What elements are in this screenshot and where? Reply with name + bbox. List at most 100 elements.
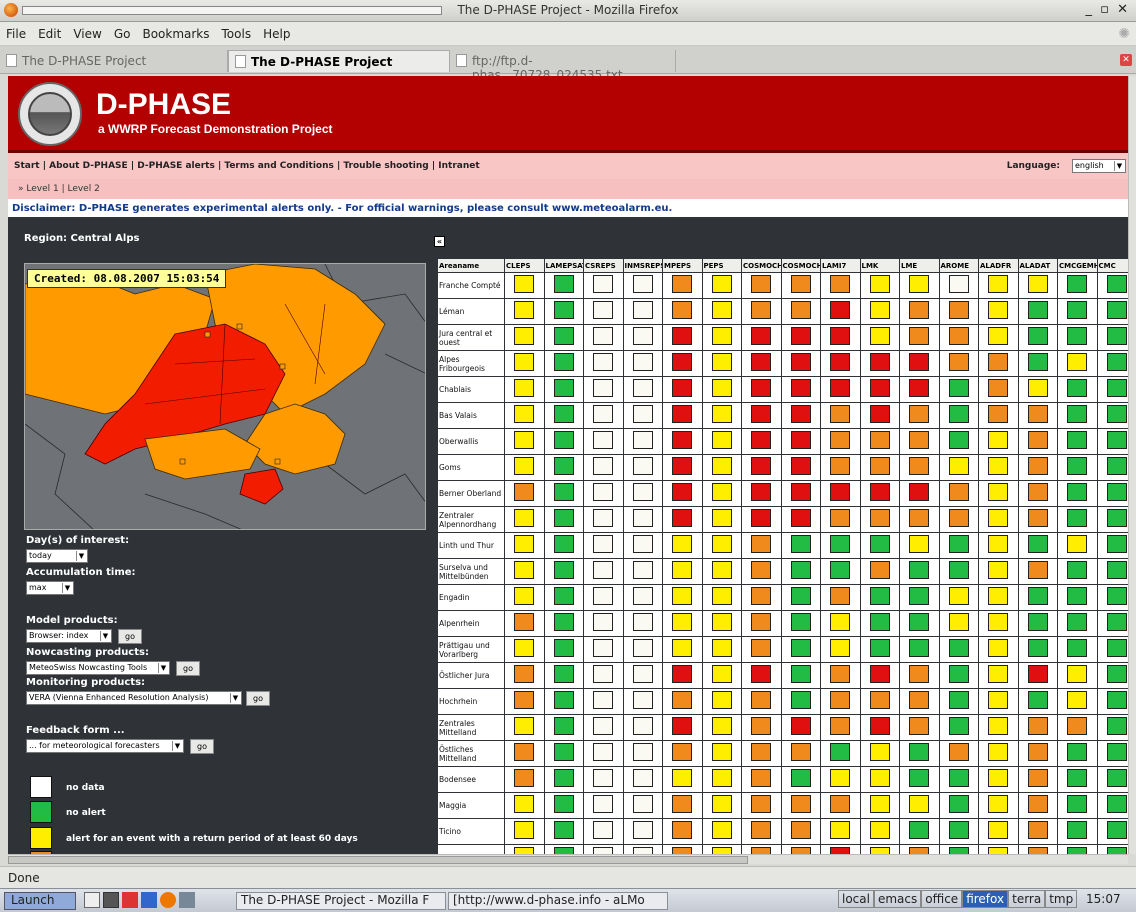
alert-cell[interactable] <box>742 533 781 558</box>
alert-cell[interactable] <box>860 637 899 662</box>
area-name[interactable]: Engadin <box>438 585 504 610</box>
area-name[interactable]: Léman <box>438 299 504 324</box>
model-header-cmc[interactable]: CMC <box>1097 259 1128 272</box>
alert-cell[interactable] <box>1097 507 1128 532</box>
alert-cell[interactable] <box>979 637 1018 662</box>
alert-cell[interactable] <box>860 559 899 584</box>
alert-cell[interactable] <box>742 767 781 792</box>
alert-cell[interactable] <box>1058 741 1097 766</box>
alert-cell[interactable] <box>781 611 820 636</box>
alert-cell[interactable] <box>979 325 1018 350</box>
alert-cell[interactable] <box>544 455 583 480</box>
model-header-lme[interactable]: LME <box>900 259 939 272</box>
alert-cell[interactable] <box>742 455 781 480</box>
workspace-switcher[interactable]: local emacs office firefox terra tmp <box>838 890 1082 910</box>
alert-cell[interactable] <box>584 793 623 818</box>
model-header-arome[interactable]: AROME <box>939 259 978 272</box>
alert-cell[interactable] <box>860 455 899 480</box>
alert-cell[interactable] <box>702 403 741 428</box>
alert-cell[interactable] <box>584 689 623 714</box>
alert-cell[interactable] <box>900 533 939 558</box>
alert-cell[interactable] <box>1097 663 1128 688</box>
alert-cell[interactable] <box>623 403 662 428</box>
alert-cell[interactable] <box>584 559 623 584</box>
alert-cell[interactable] <box>702 507 741 532</box>
alert-cell[interactable] <box>1097 741 1128 766</box>
quicklaunch-icons[interactable] <box>84 892 234 910</box>
alert-cell[interactable] <box>584 403 623 428</box>
alert-cell[interactable] <box>742 351 781 376</box>
alert-cell[interactable] <box>781 377 820 402</box>
area-name[interactable]: Berner Oberland <box>438 481 504 506</box>
alert-cell[interactable] <box>544 273 583 298</box>
alert-cell[interactable] <box>1058 793 1097 818</box>
alert-cell[interactable] <box>702 273 741 298</box>
feedback-go-button[interactable]: go <box>190 739 214 754</box>
alert-cell[interactable] <box>979 403 1018 428</box>
alert-cell[interactable] <box>623 637 662 662</box>
alert-cell[interactable] <box>1097 637 1128 662</box>
alert-cell[interactable] <box>702 455 741 480</box>
alert-cell[interactable] <box>584 585 623 610</box>
alert-cell[interactable] <box>623 793 662 818</box>
alert-cell[interactable] <box>544 325 583 350</box>
alert-cell[interactable] <box>939 637 978 662</box>
office-icon[interactable] <box>141 892 157 908</box>
alert-cell[interactable] <box>900 819 939 844</box>
alert-cell[interactable] <box>939 793 978 818</box>
alert-cell[interactable] <box>544 663 583 688</box>
alert-cell[interactable] <box>623 663 662 688</box>
alert-cell[interactable] <box>742 663 781 688</box>
alert-cell[interactable] <box>1097 793 1128 818</box>
alert-cell[interactable] <box>663 585 702 610</box>
alert-cell[interactable] <box>939 533 978 558</box>
area-name[interactable]: Prättigau und Vorarlberg <box>438 637 504 662</box>
alert-cell[interactable] <box>781 507 820 532</box>
monitoring-select[interactable]: VERA (Vienna Enhanced Resolution Analysi… <box>26 691 242 705</box>
alert-cell[interactable] <box>1097 273 1128 298</box>
alert-cell[interactable] <box>623 585 662 610</box>
alert-cell[interactable] <box>702 533 741 558</box>
alert-cell[interactable] <box>742 819 781 844</box>
alert-cell[interactable] <box>979 611 1018 636</box>
model-go-button[interactable]: go <box>118 629 142 644</box>
collapse-panel-icon[interactable]: « <box>434 236 445 247</box>
alert-cell[interactable] <box>860 793 899 818</box>
workspace-office[interactable]: office <box>921 890 963 908</box>
alert-cell[interactable] <box>742 429 781 454</box>
model-header-csreps[interactable]: CSREPS <box>584 259 623 272</box>
alert-cell[interactable] <box>860 351 899 376</box>
alert-cell[interactable] <box>1097 351 1128 376</box>
alert-cell[interactable] <box>979 299 1018 324</box>
alert-cell[interactable] <box>702 767 741 792</box>
alert-cell[interactable] <box>939 559 978 584</box>
alert-cell[interactable] <box>1018 533 1057 558</box>
alert-cell[interactable] <box>1097 455 1128 480</box>
alert-cell[interactable] <box>979 793 1018 818</box>
alert-cell[interactable] <box>979 559 1018 584</box>
alert-cell[interactable] <box>584 819 623 844</box>
alert-cell[interactable] <box>505 559 544 584</box>
alert-cell[interactable] <box>900 663 939 688</box>
model-header-cosmoch7[interactable]: COSMOCH7 <box>781 259 820 272</box>
alert-cell[interactable] <box>1018 845 1057 854</box>
alert-cell[interactable] <box>781 845 820 854</box>
nav-links[interactable]: Start | About D-PHASE | D-PHASE alerts |… <box>14 161 480 171</box>
alert-cell[interactable] <box>663 429 702 454</box>
alert-cell[interactable] <box>821 299 860 324</box>
model-products-select[interactable]: Browser: index ▼ <box>26 629 112 643</box>
menu-tools[interactable]: Tools <box>222 27 252 41</box>
alert-cell[interactable] <box>1058 533 1097 558</box>
alert-cell[interactable] <box>900 689 939 714</box>
alert-cell[interactable] <box>860 325 899 350</box>
alert-cell[interactable] <box>663 481 702 506</box>
firefox-icon[interactable] <box>160 892 176 908</box>
alert-cell[interactable] <box>663 533 702 558</box>
alert-cell[interactable] <box>781 559 820 584</box>
alert-cell[interactable] <box>900 507 939 532</box>
alert-cell[interactable] <box>939 351 978 376</box>
alert-cell[interactable] <box>742 273 781 298</box>
tab-1[interactable]: The D-PHASE Project <box>0 50 228 72</box>
alert-cell[interactable] <box>821 585 860 610</box>
alert-cell[interactable] <box>781 403 820 428</box>
